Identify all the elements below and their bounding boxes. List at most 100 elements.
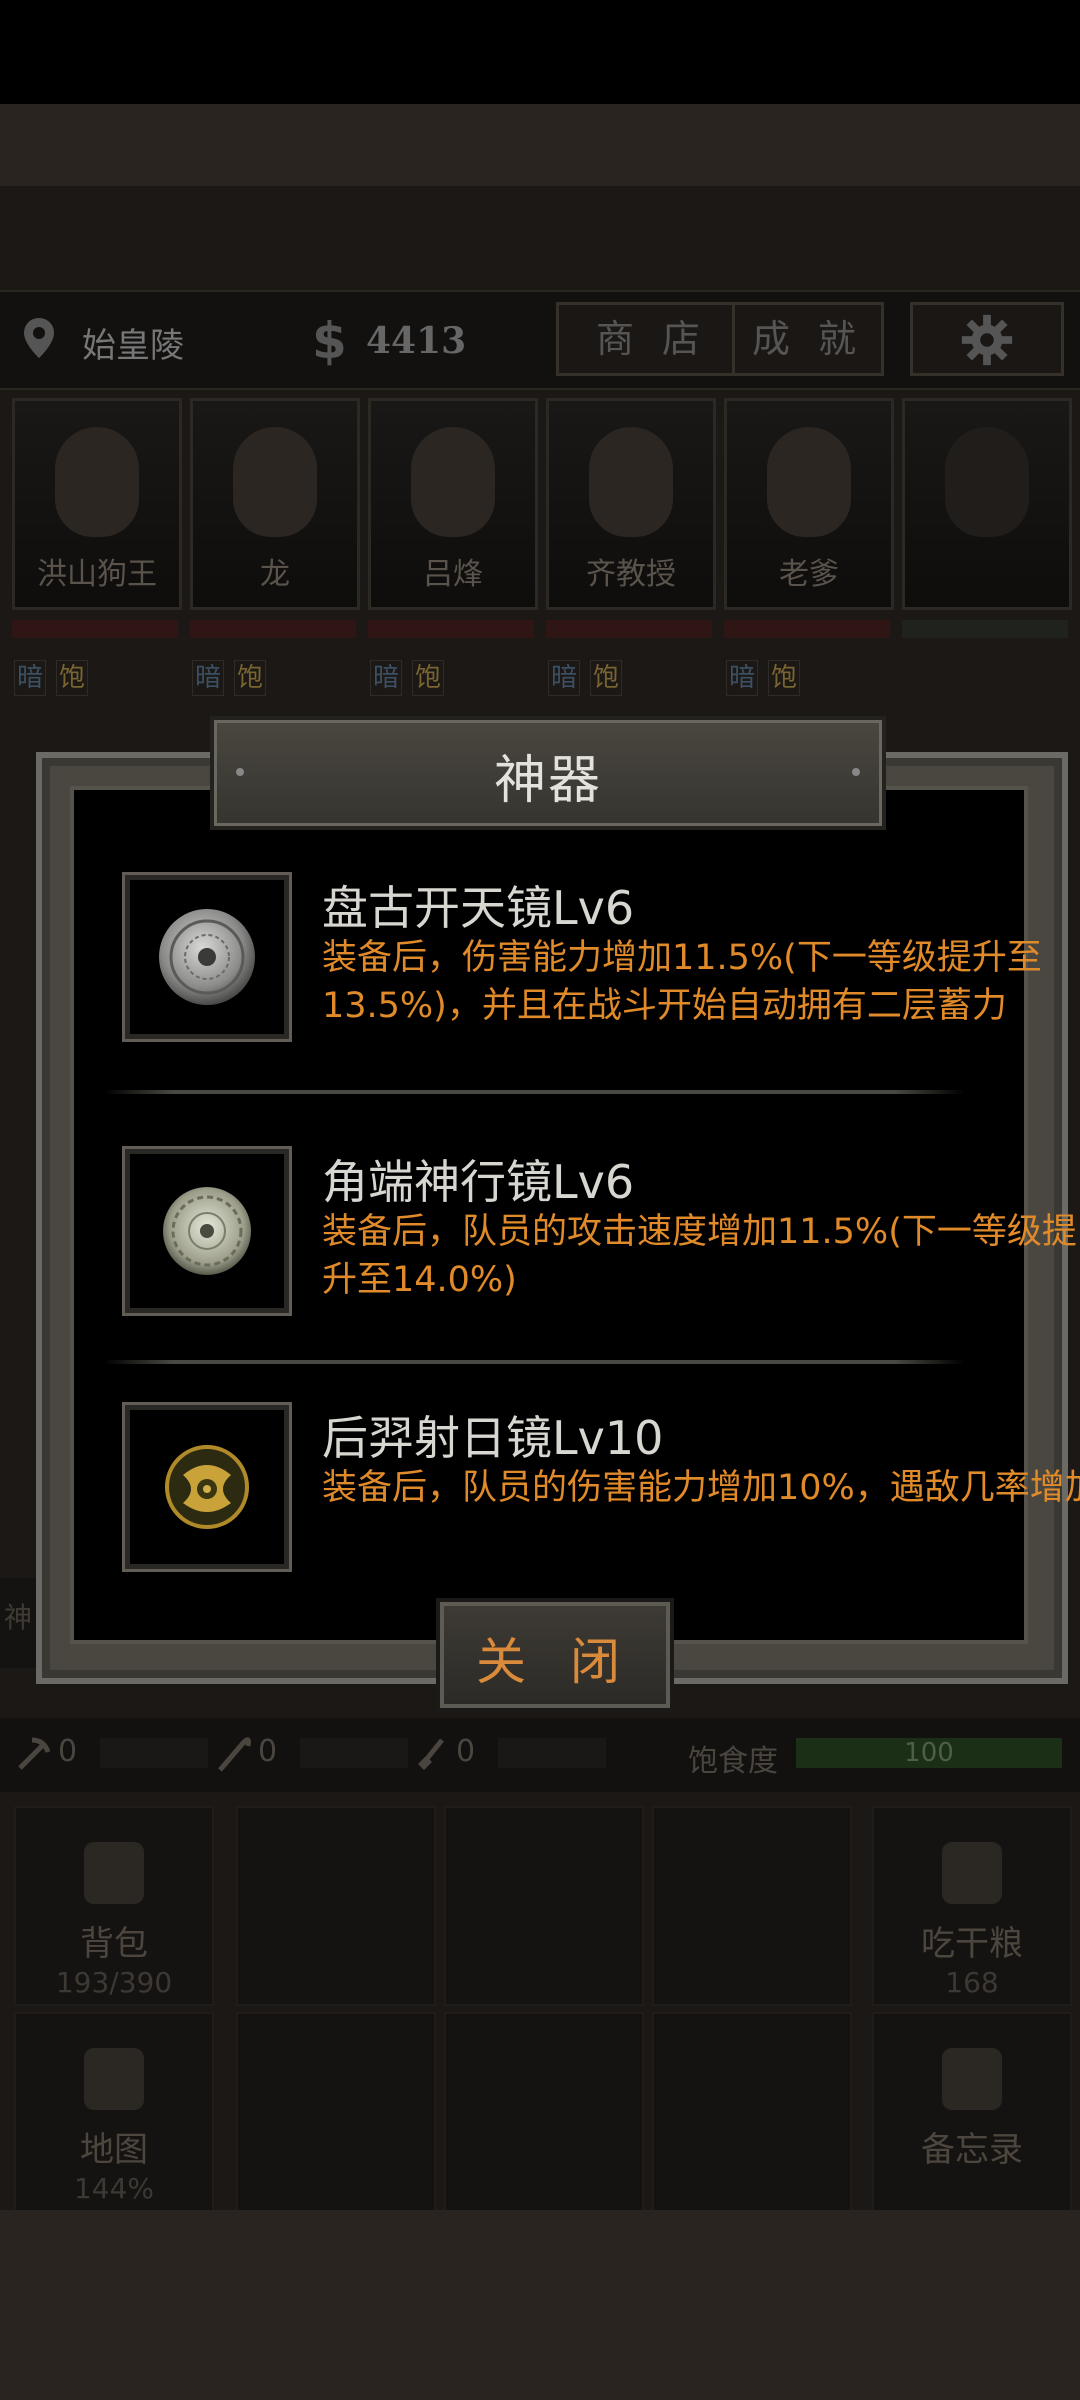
eat-ration-button[interactable]: 吃干粮 168: [872, 1806, 1072, 2006]
tool-bar: [498, 1738, 606, 1768]
side-tab-artifacts[interactable]: 神: [0, 1578, 36, 1668]
portrait-face: [589, 427, 673, 537]
satiety-label: 饱食度: [688, 1744, 778, 1779]
hp-bar: [724, 620, 890, 638]
status-tag-dark: 暗: [14, 660, 46, 696]
board-cell: [236, 2012, 436, 2212]
artifact-description: 装备后，队员的伤害能力增加10%，遇敌几率增加: [322, 1468, 1080, 1508]
memo-button[interactable]: 备忘录: [872, 2012, 1072, 2212]
party-member-name: 洪山狗王: [37, 557, 157, 592]
tool-count: 0: [456, 1734, 476, 1769]
party-member-portrait[interactable]: 龙: [190, 398, 360, 610]
shovel-icon: [418, 1738, 444, 1770]
tool-slot-shovel: 0: [412, 1718, 612, 1792]
map-percent: 144%: [73, 2172, 155, 2205]
eat-label: 吃干粮: [921, 1924, 1023, 1964]
status-tag-dark: 暗: [726, 660, 758, 696]
board-cell: [236, 1806, 436, 2006]
close-button[interactable]: 关 闭: [436, 1598, 674, 1712]
party-member-name: 龙: [260, 557, 290, 592]
party-member-portrait[interactable]: 齐教授: [546, 398, 716, 610]
modal-title-plate: 神器: [210, 716, 886, 830]
backpack-count: 193/390: [55, 1966, 173, 1999]
artifact-icon-frame: [122, 872, 292, 1042]
bronze-mirror-pale-icon: [163, 1187, 251, 1275]
board-cell: [444, 2012, 644, 2212]
gear-icon: [961, 314, 1013, 366]
portrait-face: [233, 427, 317, 537]
party-member-name: 老爹: [779, 557, 839, 592]
artifact-description: 装备后，队员的攻击速度增加11.5%(下一等级提升至14.0%): [322, 1212, 1077, 1300]
status-tag-full: 饱: [590, 660, 622, 696]
money-icon: $: [312, 312, 347, 370]
artifact-name: 后羿射日镜Lv10: [322, 1411, 664, 1465]
party-member-portrait-empty[interactable]: [902, 398, 1072, 610]
top-hud: 始皇陵 $ 4413 商 店 成 就: [0, 290, 1080, 390]
map-button[interactable]: 地图 144%: [14, 2012, 214, 2212]
location-pin-icon: [24, 318, 54, 358]
party-member-name: 吕烽: [423, 557, 483, 592]
tool-slot-rope: 0: [214, 1718, 414, 1792]
system-status-bar: [0, 0, 1080, 104]
ration-bag-icon: [942, 1842, 1002, 1904]
pickaxe-icon: [18, 1737, 51, 1770]
status-tag-dark: 暗: [548, 660, 580, 696]
backpack-icon: [84, 1842, 144, 1904]
status-tag-full: 饱: [768, 660, 800, 696]
hp-bar: [190, 620, 356, 638]
status-tag-full: 饱: [412, 660, 444, 696]
portrait-face: [767, 427, 851, 537]
settings-button[interactable]: [910, 302, 1064, 376]
shop-button[interactable]: 商 店: [556, 302, 748, 376]
satiety-value: 100: [904, 1738, 954, 1768]
memo-book-icon: [942, 2048, 1002, 2110]
money-amount: 4413: [366, 320, 467, 362]
location-name: 始皇陵: [82, 326, 184, 366]
backpack-label: 背包: [80, 1924, 148, 1964]
artifact-name: 盘古开天镜Lv6: [322, 881, 635, 935]
party-member-portrait[interactable]: 洪山狗王: [12, 398, 182, 610]
artifact-icon-frame: [122, 1402, 292, 1572]
status-tag-dark: 暗: [370, 660, 402, 696]
hp-bar: [368, 620, 534, 638]
memo-label: 备忘录: [921, 2130, 1023, 2170]
artifact-icon-frame: [122, 1146, 292, 1316]
item-divider: [104, 1360, 964, 1364]
resource-status-bar: 0 0 0 饱食度 100: [0, 1718, 1080, 1792]
tool-count: 0: [58, 1734, 78, 1769]
bottom-blank-area: [0, 2210, 1080, 2400]
bronze-mirror-gold-icon: [165, 1445, 249, 1529]
ration-count: 168: [945, 1966, 999, 1999]
map-icon: [84, 2048, 144, 2110]
party-portraits: 洪山狗王 龙 吕烽 齐教授 老爹 暗 饱 暗 饱 暗 饱 暗 饱 暗 饱: [0, 398, 1080, 708]
hp-bar: [12, 620, 178, 638]
tool-bar: [300, 1738, 408, 1768]
board-cell: [652, 2012, 852, 2212]
achievements-button[interactable]: 成 就: [732, 302, 884, 376]
party-member-portrait[interactable]: 吕烽: [368, 398, 538, 610]
portrait-face: [55, 427, 139, 537]
status-tag-full: 饱: [234, 660, 266, 696]
portrait-face: [411, 427, 495, 537]
item-divider: [104, 1090, 964, 1094]
hook-icon: [218, 1737, 251, 1772]
backpack-button[interactable]: 背包 193/390: [14, 1806, 214, 2006]
artifact-name: 角端神行镜Lv6: [322, 1155, 635, 1209]
tool-bar: [100, 1738, 208, 1768]
tool-slot-pickaxe: 0: [14, 1718, 214, 1792]
status-tag-dark: 暗: [192, 660, 224, 696]
modal-title: 神器: [493, 751, 602, 811]
portrait-silhouette: [945, 427, 1029, 537]
hp-bar: [546, 620, 712, 638]
close-button-label: 关 闭: [476, 1633, 634, 1691]
hp-bar: [902, 620, 1068, 638]
bronze-mirror-silver-icon: [159, 909, 255, 1005]
party-member-portrait[interactable]: 老爹: [724, 398, 894, 610]
tool-count: 0: [258, 1734, 278, 1769]
map-label: 地图: [80, 2130, 148, 2170]
board-cell: [444, 1806, 644, 2006]
satiety-bar: 100: [796, 1738, 1062, 1768]
artifact-description: 装备后，伤害能力增加11.5%(下一等级提升至13.5%)，并且在战斗开始自动拥…: [322, 938, 1042, 1026]
status-tag-full: 饱: [56, 660, 88, 696]
board-cell: [652, 1806, 852, 2006]
